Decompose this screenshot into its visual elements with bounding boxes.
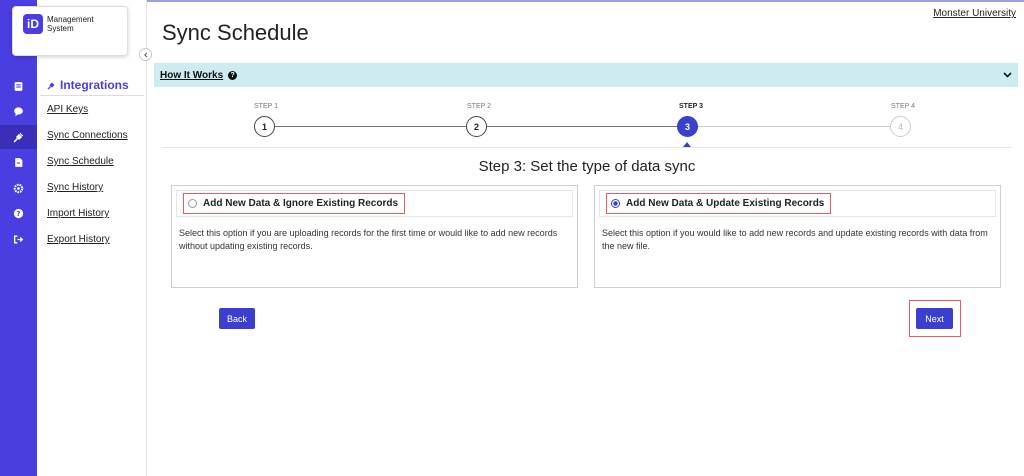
back-button[interactable]: Back xyxy=(219,308,255,329)
step-1-circle[interactable]: 1 xyxy=(254,116,275,137)
submenu-item-import-history[interactable]: Import History xyxy=(47,208,109,219)
app-logo[interactable]: iD Management System xyxy=(12,6,128,56)
top-border xyxy=(0,0,1024,2)
how-it-works-label[interactable]: How It Works xyxy=(160,70,223,81)
logo-mark: iD xyxy=(23,14,43,34)
submenu-item-sync-schedule[interactable]: Sync Schedule xyxy=(47,156,114,167)
submenu-item-export-history[interactable]: Export History xyxy=(47,234,110,245)
option-update-existing-highlight[interactable]: Add New Data & Update Existing Records xyxy=(606,193,832,214)
plug-icon xyxy=(47,82,55,90)
page-title: Sync Schedule xyxy=(162,20,309,45)
submenu-item-sync-connections[interactable]: Sync Connections xyxy=(47,130,128,141)
option-ignore-existing-highlight[interactable]: Add New Data & Ignore Existing Records xyxy=(183,193,406,214)
option-ignore-existing-title: Add New Data & Ignore Existing Records xyxy=(203,198,399,209)
step-3-circle[interactable]: 3 xyxy=(677,116,698,137)
logout-icon[interactable] xyxy=(0,227,37,251)
help-icon[interactable]: ? xyxy=(0,201,37,225)
submenu-title: Integrations xyxy=(47,78,129,92)
submenu-item-api-keys[interactable]: API Keys xyxy=(47,104,88,115)
step-4-label: STEP 4 xyxy=(891,103,915,110)
option-update-existing-header[interactable]: Add New Data & Update Existing Records xyxy=(599,190,996,217)
step-line-pending xyxy=(689,126,901,127)
chevron-left-icon xyxy=(143,51,147,58)
option-ignore-existing-description: Select this option if you are uploading … xyxy=(179,228,558,251)
plug-icon[interactable] xyxy=(0,125,43,149)
logo-text: Management System xyxy=(47,15,94,33)
option-ignore-existing[interactable]: Add New Data & Ignore Existing Records S… xyxy=(171,185,578,288)
id-card-icon[interactable] xyxy=(0,74,37,98)
step-1-label: STEP 1 xyxy=(254,103,278,110)
icon-rail: ? xyxy=(0,0,43,476)
stepper-divider xyxy=(162,147,1012,148)
next-button[interactable]: Next xyxy=(916,308,953,329)
step-heading: Step 3: Set the type of data sync xyxy=(478,158,696,175)
collapse-sidebar-button[interactable] xyxy=(139,48,152,61)
document-icon[interactable] xyxy=(0,150,37,174)
chevron-down-icon[interactable] xyxy=(1003,71,1012,79)
option-update-existing-radio[interactable] xyxy=(611,199,620,208)
chat-icon[interactable] xyxy=(0,99,37,123)
help-icon: ? xyxy=(228,70,238,80)
stepper: STEP 1 1 STEP 2 2 STEP 3 3 STEP 4 4 xyxy=(162,100,1012,150)
step-3-label: STEP 3 xyxy=(679,103,703,110)
university-link[interactable]: Monster University xyxy=(933,8,1016,19)
option-ignore-existing-header[interactable]: Add New Data & Ignore Existing Records xyxy=(176,190,573,217)
svg-text:?: ? xyxy=(16,209,20,218)
option-update-existing-description: Select this option if you would like to … xyxy=(602,228,988,251)
submenu-item-sync-history[interactable]: Sync History xyxy=(47,182,103,193)
option-ignore-existing-radio[interactable] xyxy=(188,199,197,208)
option-update-existing[interactable]: Add New Data & Update Existing Records S… xyxy=(594,185,1001,288)
step-2-label: STEP 2 xyxy=(467,103,491,110)
step-2-circle[interactable]: 2 xyxy=(466,116,487,137)
how-it-works-bar[interactable]: How It Works ? xyxy=(154,63,1018,87)
gear-icon[interactable] xyxy=(0,176,37,200)
option-update-existing-title: Add New Data & Update Existing Records xyxy=(626,198,825,209)
submenu-divider xyxy=(40,95,144,96)
step-4-circle: 4 xyxy=(890,116,911,137)
